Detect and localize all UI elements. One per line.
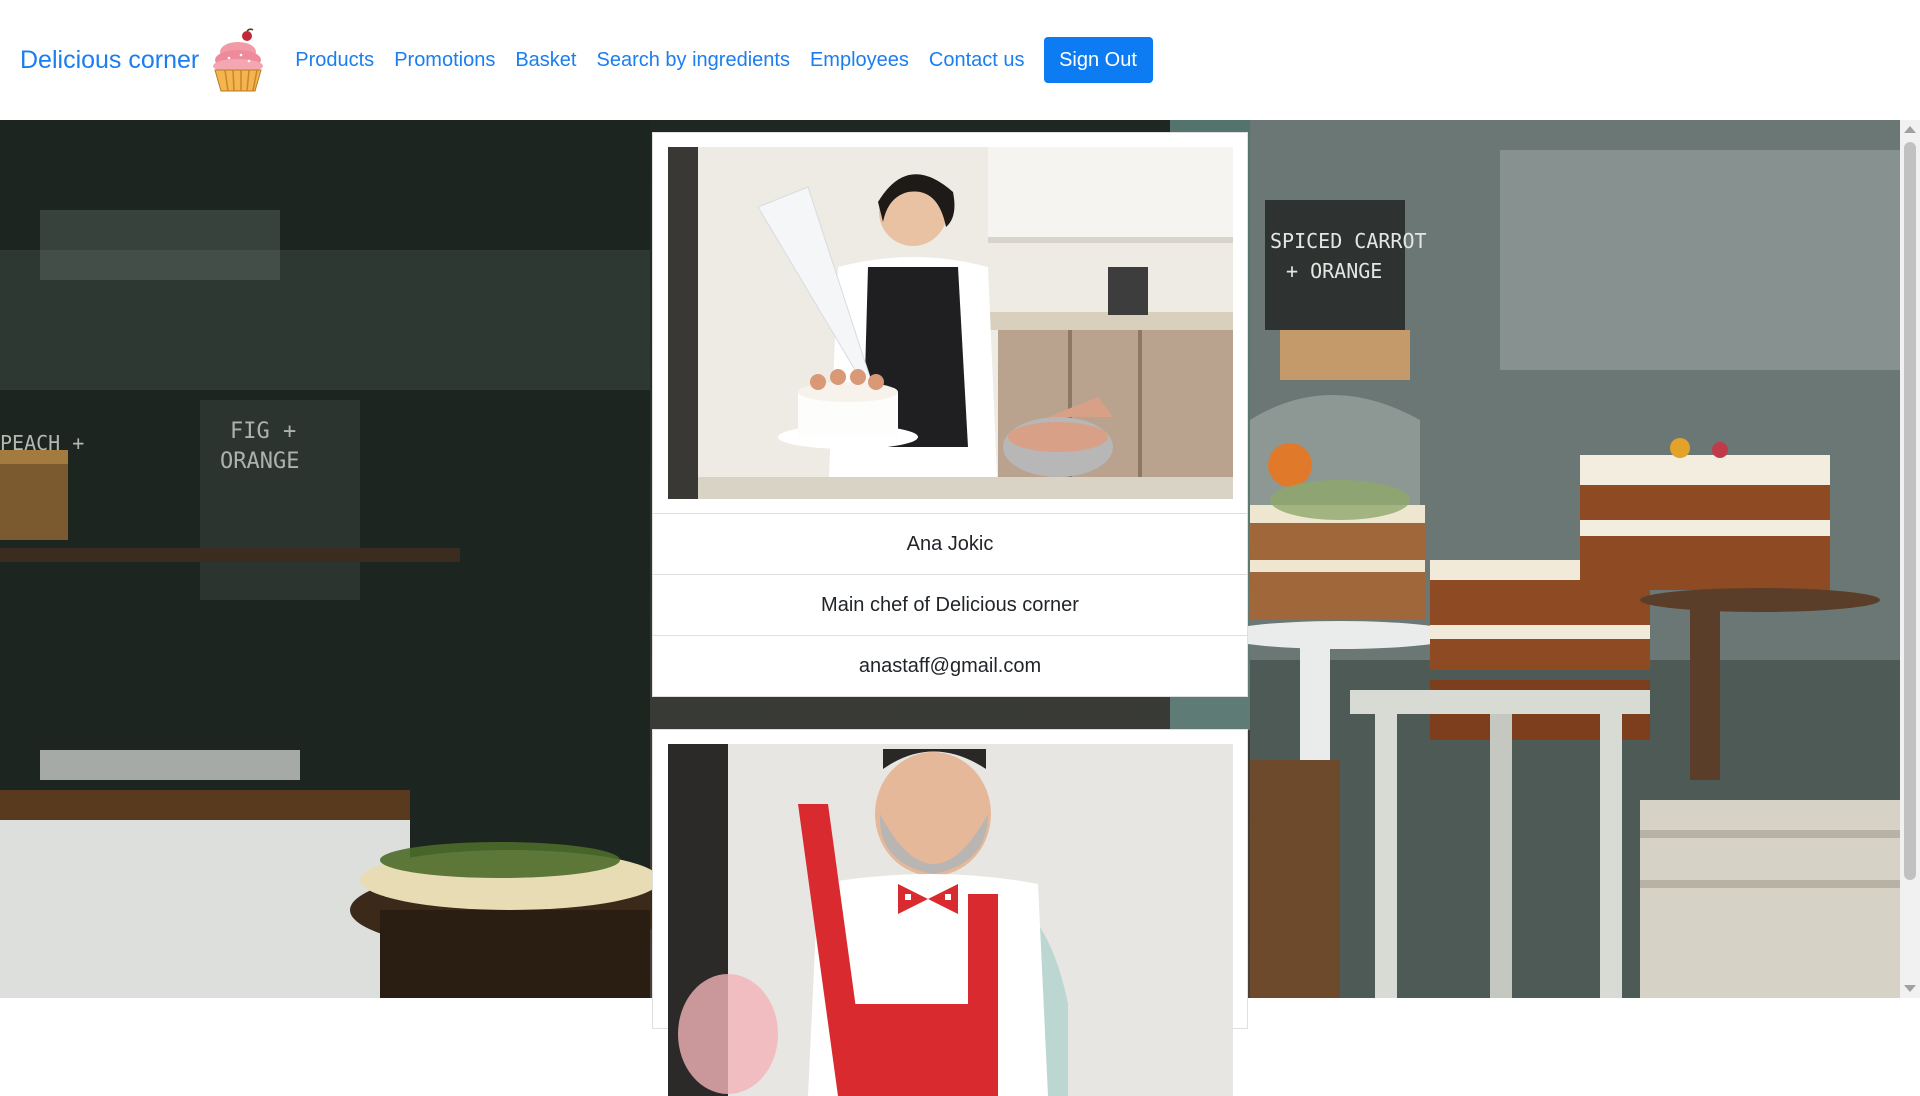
scroll-thumb[interactable] xyxy=(1904,142,1916,880)
chef-photo-illustration xyxy=(668,147,1233,499)
page-scrollbar[interactable] xyxy=(1900,120,1920,998)
employee-card: Ana Jokic Main chef of Delicious corner … xyxy=(652,132,1248,697)
employee-list: Ana Jokic Main chef of Delicious corner … xyxy=(652,132,1248,1096)
employee-photo xyxy=(668,147,1233,499)
scroll-down-arrow-icon[interactable] xyxy=(1904,985,1916,992)
nav-promotions[interactable]: Promotions xyxy=(394,49,495,72)
chalk-text-fig: FIG + xyxy=(230,419,296,444)
chalk-text-spiced-carrot: SPICED CARROT xyxy=(1270,229,1427,253)
sign-out-button[interactable]: Sign Out xyxy=(1043,37,1153,83)
chef-photo-illustration xyxy=(668,744,1233,1096)
chalk-text-plus-orange: + ORANGE xyxy=(1286,259,1382,283)
employee-name: Ana Jokic xyxy=(653,513,1247,574)
employee-photo xyxy=(668,744,1233,1096)
nav-search-by-ingredients[interactable]: Search by ingredients xyxy=(597,49,790,72)
nav-contact-us[interactable]: Contact us xyxy=(929,49,1025,72)
navbar: Delicious corner Products Promotions Bas… xyxy=(0,0,1920,120)
nav-products[interactable]: Products xyxy=(295,49,374,72)
chalk-text-orange: ORANGE xyxy=(220,449,299,474)
nav-menu: Products Promotions Basket Search by ing… xyxy=(295,37,1153,83)
employee-title: Main chef of Delicious corner xyxy=(653,574,1247,635)
cupcake-icon xyxy=(213,28,264,92)
nav-employees[interactable]: Employees xyxy=(810,49,909,72)
employee-card xyxy=(652,729,1248,1096)
brand-name: Delicious corner xyxy=(20,45,200,74)
brand-link[interactable]: Delicious corner xyxy=(20,28,265,92)
nav-basket[interactable]: Basket xyxy=(515,49,576,72)
scroll-up-arrow-icon[interactable] xyxy=(1904,126,1916,133)
employee-email: anastaff@gmail.com xyxy=(653,635,1247,696)
